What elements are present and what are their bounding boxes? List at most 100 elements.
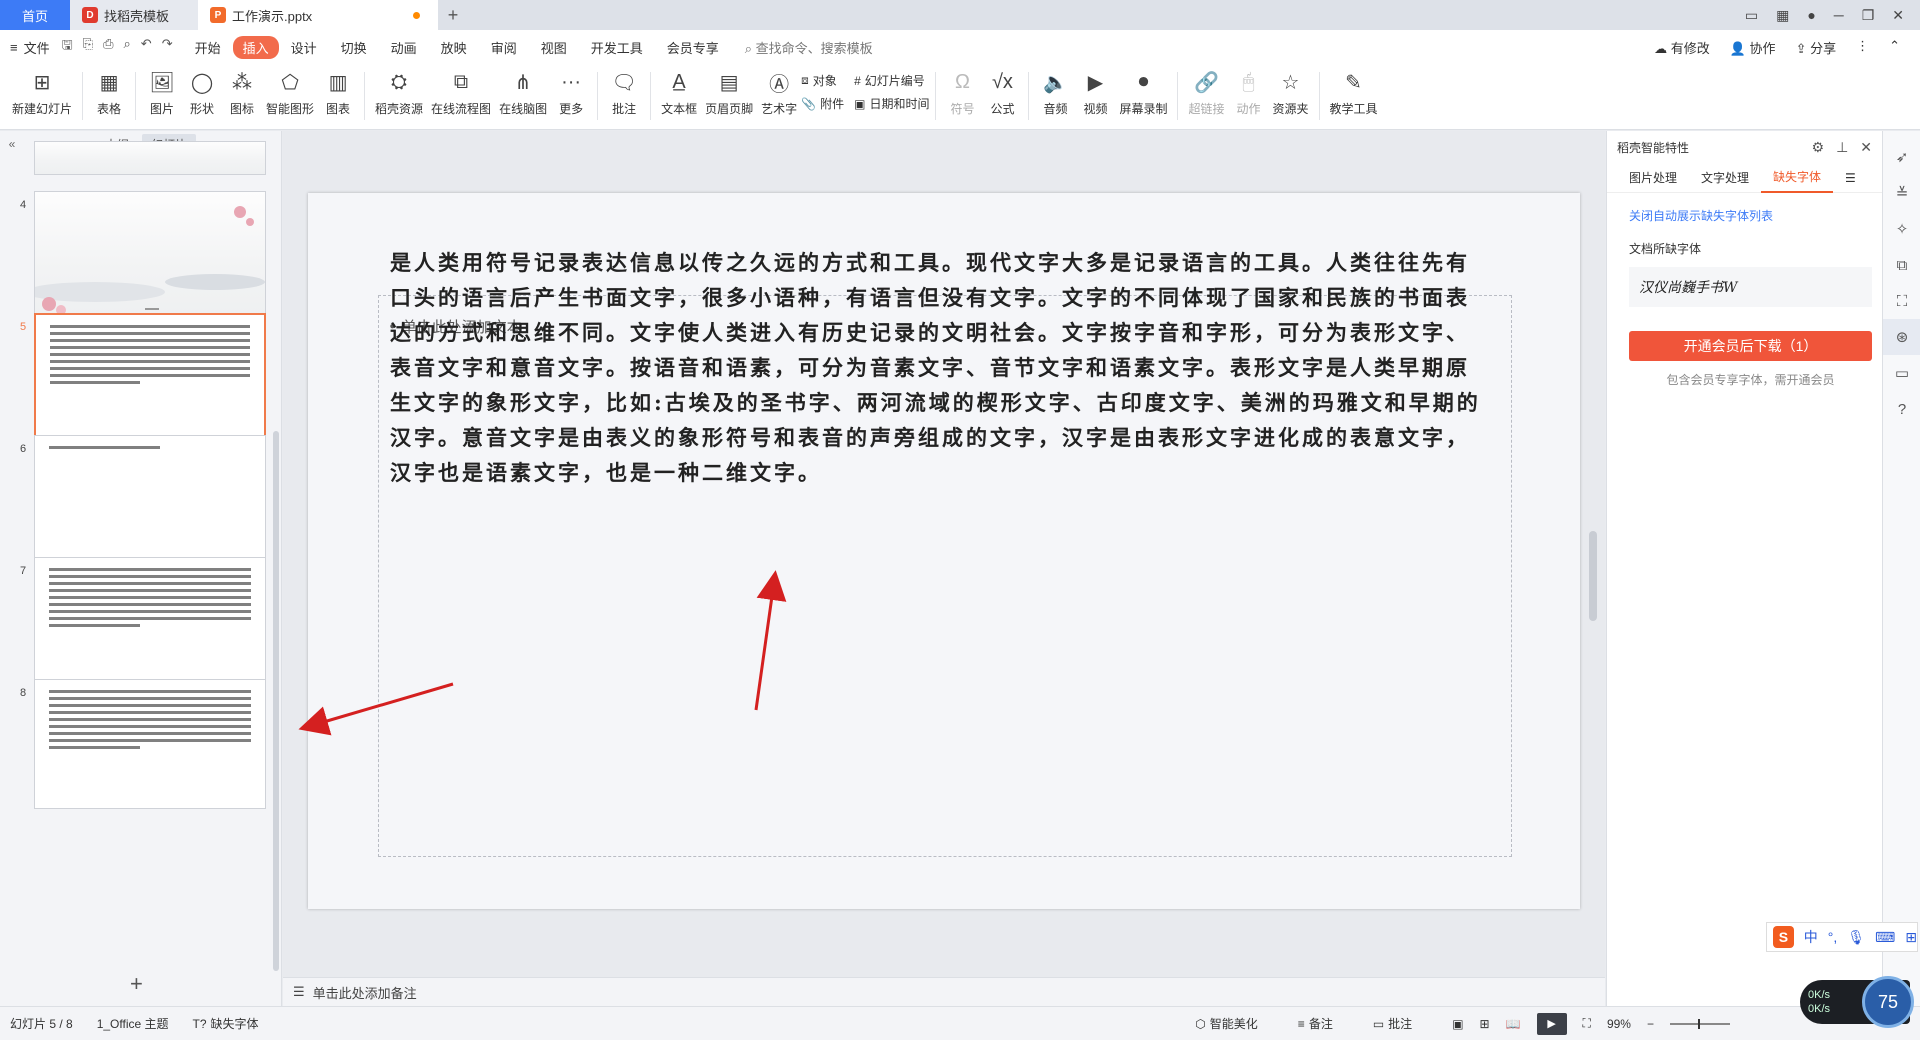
normal-view-icon[interactable]: ▣ [1452, 1017, 1463, 1031]
tab-document[interactable]: P 工作演示.pptx [198, 0, 438, 30]
new-slide-button[interactable]: ⊞ 新建幻灯片 [8, 64, 76, 117]
share-button[interactable]: ⇪ 分享 [1796, 38, 1837, 57]
minimize-icon[interactable]: ─ [1834, 7, 1844, 23]
save-icon[interactable]: 🖫 [62, 36, 73, 58]
slide-thumbnail[interactable] [34, 141, 266, 175]
video-button[interactable]: ▶ 视频 [1075, 64, 1115, 117]
slide-panel-scrollbar[interactable] [273, 431, 279, 971]
missing-font-status[interactable]: T? 缺失字体 [193, 1015, 259, 1032]
more-icon[interactable]: ⋮ [1856, 38, 1869, 57]
hyperlink-button[interactable]: 🔗 超链接 [1184, 64, 1228, 117]
book-icon[interactable]: ▭ [1883, 355, 1920, 391]
datetime-button[interactable]: ▣ 日期和时间 [854, 95, 929, 112]
microphone-icon[interactable]: 🎙 [1847, 929, 1865, 946]
export-icon[interactable]: ⎘ [83, 36, 93, 58]
slide-thumbnail[interactable] [34, 679, 266, 809]
online-flowchart-button[interactable]: ⧉ 在线流程图 [427, 64, 495, 117]
symbol-button[interactable]: Ω 符号 [942, 64, 982, 117]
screen-record-button[interactable]: ⏺ 屏幕录制 [1115, 64, 1171, 117]
help-icon[interactable]: ? [1883, 391, 1920, 427]
menu-review[interactable]: 审阅 [479, 38, 529, 57]
sorter-view-icon[interactable]: ⊞ [1480, 1017, 1490, 1031]
rocket-icon[interactable]: ➶ [1883, 139, 1920, 175]
punctuation-icon[interactable]: °, [1828, 929, 1838, 945]
menu-start[interactable]: 开始 [183, 38, 233, 57]
slide-thumbnail-selected[interactable] [34, 313, 266, 443]
print-icon[interactable]: ⎙ [103, 36, 113, 58]
shape-button[interactable]: ◯ 形状 [182, 64, 222, 117]
command-search[interactable]: ⌕ 查找命令、搜索模板 [745, 38, 873, 57]
close-panel-icon[interactable]: ✕ [1860, 139, 1872, 156]
editor-scroll-thumb[interactable] [1589, 531, 1597, 621]
menu-developer[interactable]: 开发工具 [579, 38, 655, 57]
new-tab-button[interactable]: + [438, 0, 468, 30]
redo-icon[interactable]: ↷ [162, 36, 173, 58]
sogou-logo-icon[interactable]: S [1773, 926, 1794, 948]
network-gauge[interactable]: 75 [1862, 976, 1914, 1028]
zoom-out-icon[interactable]: − [1647, 1017, 1654, 1031]
tab-template[interactable]: D 找稻壳模板 [70, 0, 198, 30]
collapse-panel-icon[interactable]: « [0, 137, 24, 151]
online-mindmap-button[interactable]: ⋔ 在线脑图 [495, 64, 551, 117]
notes-toggle[interactable]: ≡ 备注 [1298, 1015, 1333, 1032]
comments-toggle[interactable]: ▭ 批注 [1373, 1015, 1412, 1032]
slide-thumbnail[interactable] [34, 557, 266, 687]
smart-feature-icon[interactable]: ⊛ [1883, 319, 1920, 355]
pin-icon[interactable]: ⊥ [1836, 139, 1848, 156]
more-button[interactable]: ··· 更多 [551, 64, 591, 117]
tab-image-processing[interactable]: 图片处理 [1617, 163, 1689, 193]
audio-button[interactable]: 🔈 音频 [1035, 64, 1075, 117]
collapse-ribbon-icon[interactable]: ⌃ [1889, 38, 1900, 57]
settings-icon[interactable]: ⚙ [1812, 139, 1825, 156]
slide-canvas[interactable]: • 单击此处添加文本 是人类用符号记录表达信息以传之久远的方式和工具。现代文字大… [308, 193, 1580, 909]
sliders-icon[interactable]: ≚ [1883, 175, 1920, 211]
layout-icon[interactable]: ▭ [1745, 7, 1758, 24]
theme-name[interactable]: 1_Office 主题 [97, 1015, 169, 1032]
copy-icon[interactable]: ⧉ [1883, 247, 1920, 283]
smart-shape-button[interactable]: ⬠ 智能图形 [262, 64, 318, 117]
menu-transition[interactable]: 切换 [329, 38, 379, 57]
menu-insert[interactable]: 插入 [232, 35, 279, 59]
action-button[interactable]: 🖱 动作 [1228, 64, 1268, 117]
zoom-slider[interactable] [1670, 1018, 1730, 1029]
zoom-level[interactable]: 99% [1607, 1017, 1631, 1031]
slide-number-button[interactable]: # 幻灯片编号 [854, 72, 929, 89]
comment-button[interactable]: 🗨 批注 [604, 64, 644, 117]
teaching-tools-button[interactable]: ✎ 教学工具 [1326, 64, 1382, 117]
menu-design[interactable]: 设计 [279, 38, 329, 57]
editor-scrollbar[interactable] [1587, 131, 1599, 977]
tab-missing-fonts[interactable]: 缺失字体 [1761, 163, 1834, 193]
keyboard-icon[interactable]: ⌨ [1875, 929, 1895, 946]
menu-slideshow[interactable]: 放映 [429, 38, 479, 57]
avatar[interactable]: ● [1807, 7, 1815, 23]
collaborate-button[interactable]: 👤 协作 [1730, 38, 1776, 57]
menu-member[interactable]: 会员专享 [655, 38, 731, 57]
picture-button[interactable]: 🖼 图片 [142, 64, 182, 117]
wordart-button[interactable]: Ⓐ 艺术字 [757, 64, 801, 117]
disable-auto-show-link[interactable]: 关闭自动展示缺失字体列表 [1629, 207, 1882, 224]
tab-home[interactable]: 首页 [0, 0, 70, 30]
formula-button[interactable]: √x 公式 [982, 64, 1022, 117]
menu-animation[interactable]: 动画 [379, 38, 429, 57]
slide-body-text[interactable]: 是人类用符号记录表达信息以传之久远的方式和工具。现代文字大多是记录语言的工具。人… [390, 245, 1490, 490]
translate-icon[interactable]: ⛶ [1883, 283, 1920, 319]
close-icon[interactable]: ✕ [1892, 7, 1904, 24]
reading-view-icon[interactable]: 📖 [1506, 1017, 1521, 1031]
chart-button[interactable]: ▥ 图表 [318, 64, 358, 117]
notes-bar[interactable]: ☰ 单击此处添加备注 [283, 977, 1605, 1006]
preview-icon[interactable]: ⌕ [124, 36, 131, 58]
panel-menu-icon[interactable]: ☰ [1833, 163, 1868, 193]
menu-view[interactable]: 视图 [529, 38, 579, 57]
textbox-button[interactable]: A̲ 文本框 [657, 64, 701, 117]
missing-font-item[interactable]: 汉仪尚巍手书W [1629, 267, 1872, 307]
play-slideshow-button[interactable]: ▶ [1536, 1012, 1567, 1035]
resource-folder-button[interactable]: ☆ 资源夹 [1268, 64, 1312, 117]
header-footer-button[interactable]: ▤ 页眉页脚 [701, 64, 757, 117]
tab-text-processing[interactable]: 文字处理 [1689, 163, 1761, 193]
fit-window-icon[interactable]: ⛶ [1583, 1016, 1591, 1031]
modified-button[interactable]: ☁ 有修改 [1654, 38, 1710, 57]
smart-beautify-button[interactable]: ⬡ 智能美化 [1195, 1015, 1258, 1032]
menu-file[interactable]: 文件 [22, 38, 62, 57]
hamburger-icon[interactable]: ≡ [10, 40, 18, 55]
ime-language[interactable]: 中 [1804, 927, 1818, 947]
